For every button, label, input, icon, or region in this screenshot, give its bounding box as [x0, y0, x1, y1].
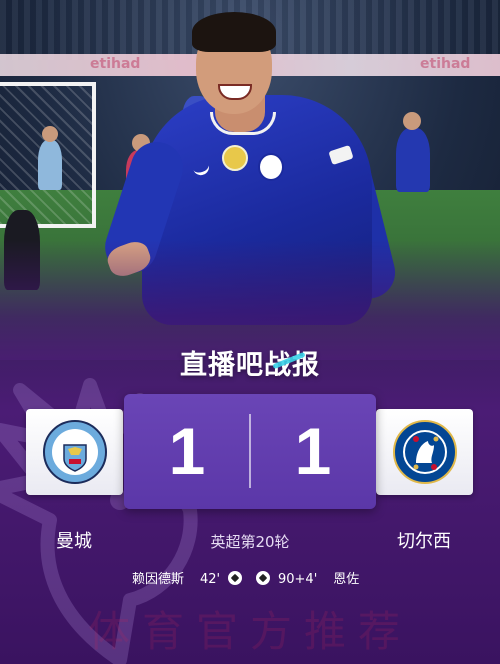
background-player — [38, 140, 62, 190]
football-icon — [228, 571, 243, 585]
background-player-head — [403, 112, 421, 130]
watermark-text: 体育官方推荐 — [87, 607, 412, 656]
league-champion-badge — [222, 145, 248, 171]
photo-fade — [0, 240, 500, 360]
match-report-card: etihad etihad 直播吧战报 1 1 曼城 英超第20轮 切尔西 赖因… — [0, 0, 500, 664]
home-team-tile — [26, 409, 123, 495]
away-score: 1 — [294, 414, 332, 488]
match-photo: etihad etihad — [0, 0, 500, 360]
home-goal-event: 赖因德斯 42' — [132, 570, 243, 590]
scoreboard: 1 1 — [124, 394, 376, 509]
home-team-name: 曼城 — [56, 531, 92, 552]
away-scorer-name: 恩佐 — [333, 572, 360, 587]
chelsea-crest-icon — [393, 420, 457, 484]
home-scorer-name: 赖因德斯 — [132, 572, 185, 587]
ad-board-text: etihad — [420, 56, 471, 72]
shirt-crest-icon — [258, 153, 284, 181]
away-goal-event: 90+4' 恩佐 — [256, 570, 359, 590]
ad-board-text: etihad — [90, 56, 141, 72]
player-hair — [192, 12, 276, 52]
football-icon — [256, 571, 270, 585]
manchester-city-crest-icon — [43, 420, 107, 484]
brand-title: 直播吧战报 — [180, 350, 320, 381]
background-player-head — [42, 126, 58, 142]
away-team-name: 切尔西 — [397, 531, 451, 552]
background-player — [396, 128, 430, 192]
away-goal-minute: 90+4' — [278, 572, 318, 587]
score-divider — [249, 414, 251, 488]
home-goal-minute: 42' — [200, 572, 221, 587]
competition-round: 英超第20轮 — [210, 533, 290, 551]
away-team-tile — [376, 409, 473, 495]
home-score: 1 — [168, 414, 206, 488]
